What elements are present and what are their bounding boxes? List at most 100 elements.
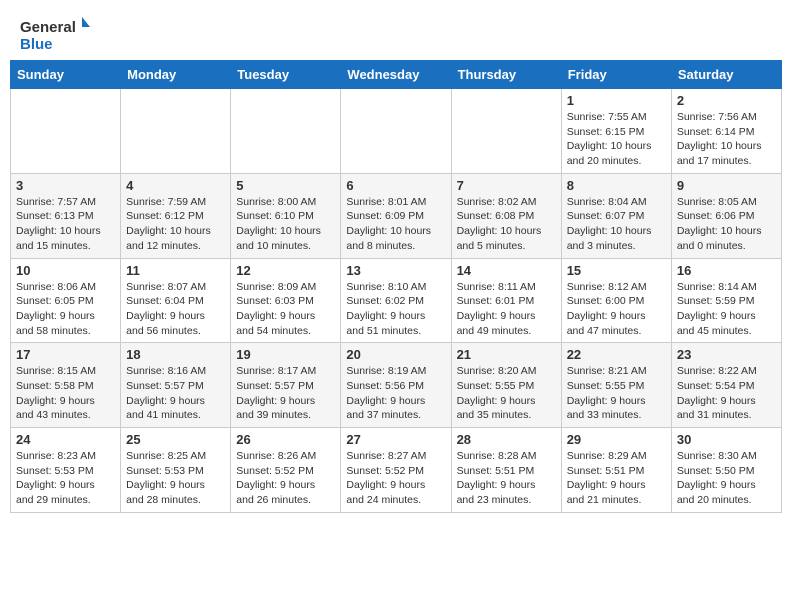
calendar-cell: 11 Sunrise: 8:07 AM Sunset: 6:04 PM Dayli… [121, 258, 231, 343]
weekday-header-wednesday: Wednesday [341, 61, 451, 89]
day-info: Sunrise: 8:19 AM Sunset: 5:56 PM Dayligh… [346, 364, 445, 423]
day-info: Sunrise: 7:55 AM Sunset: 6:15 PM Dayligh… [567, 110, 666, 169]
calendar-cell: 1 Sunrise: 7:55 AM Sunset: 6:15 PM Daylig… [561, 89, 671, 174]
calendar-cell: 27Sunrise: 8:27 AM Sunset: 5:52 PM Dayli… [341, 428, 451, 513]
weekday-header-sunday: Sunday [11, 61, 121, 89]
day-number: 19 [236, 347, 335, 362]
day-number: 26 [236, 432, 335, 447]
calendar-cell: 25Sunrise: 8:25 AM Sunset: 5:53 PM Dayli… [121, 428, 231, 513]
calendar-cell [231, 89, 341, 174]
calendar-table: SundayMondayTuesdayWednesdayThursdayFrid… [10, 60, 782, 513]
weekday-header-friday: Friday [561, 61, 671, 89]
calendar-week-row: 3 Sunrise: 7:57 AM Sunset: 6:13 PM Daylig… [11, 173, 782, 258]
calendar-week-row: 17 Sunrise: 8:15 AM Sunset: 5:58 PM Dayli… [11, 343, 782, 428]
day-info: Sunrise: 8:21 AM Sunset: 5:55 PM Dayligh… [567, 364, 666, 423]
day-number: 21 [457, 347, 556, 362]
day-info: Sunrise: 8:15 AM Sunset: 5:58 PM Dayligh… [16, 364, 115, 423]
calendar-cell [121, 89, 231, 174]
day-info: Sunrise: 8:28 AM Sunset: 5:51 PM Dayligh… [457, 449, 556, 508]
day-info: Sunrise: 8:02 AM Sunset: 6:08 PM Dayligh… [457, 195, 556, 254]
day-number: 17 [16, 347, 115, 362]
day-number: 3 [16, 178, 115, 193]
day-info: Sunrise: 8:30 AM Sunset: 5:50 PM Dayligh… [677, 449, 776, 508]
calendar-cell: 6Sunrise: 8:01 AM Sunset: 6:09 PM Daylig… [341, 173, 451, 258]
calendar-cell: 10Sunrise: 8:06 AM Sunset: 6:05 PM Dayli… [11, 258, 121, 343]
calendar-cell: 20 Sunrise: 8:19 AM Sunset: 5:56 PM Dayli… [341, 343, 451, 428]
day-info: Sunrise: 8:20 AM Sunset: 5:55 PM Dayligh… [457, 364, 556, 423]
calendar-cell: 24 Sunrise: 8:23 AM Sunset: 5:53 PM Dayli… [11, 428, 121, 513]
calendar-cell: 4Sunrise: 7:59 AM Sunset: 6:12 PM Daylig… [121, 173, 231, 258]
calendar-cell: 3 Sunrise: 7:57 AM Sunset: 6:13 PM Daylig… [11, 173, 121, 258]
day-number: 30 [677, 432, 776, 447]
day-info: Sunrise: 8:17 AM Sunset: 5:57 PM Dayligh… [236, 364, 335, 423]
day-info: Sunrise: 8:23 AM Sunset: 5:53 PM Dayligh… [16, 449, 115, 508]
calendar-cell: 18 Sunrise: 8:16 AM Sunset: 5:57 PM Dayli… [121, 343, 231, 428]
day-number: 6 [346, 178, 445, 193]
calendar-cell: 12 Sunrise: 8:09 AM Sunset: 6:03 PM Dayli… [231, 258, 341, 343]
day-info: Sunrise: 8:27 AM Sunset: 5:52 PM Dayligh… [346, 449, 445, 508]
calendar-cell: 9 Sunrise: 8:05 AM Sunset: 6:06 PM Daylig… [671, 173, 781, 258]
day-info: Sunrise: 8:16 AM Sunset: 5:57 PM Dayligh… [126, 364, 225, 423]
calendar-cell [341, 89, 451, 174]
calendar-cell: 2 Sunrise: 7:56 AM Sunset: 6:14 PM Daylig… [671, 89, 781, 174]
day-info: Sunrise: 8:29 AM Sunset: 5:51 PM Dayligh… [567, 449, 666, 508]
calendar-cell: 5Sunrise: 8:00 AM Sunset: 6:10 PM Daylig… [231, 173, 341, 258]
day-info: Sunrise: 8:14 AM Sunset: 5:59 PM Dayligh… [677, 280, 776, 339]
day-number: 2 [677, 93, 776, 108]
calendar-cell: 23 Sunrise: 8:22 AM Sunset: 5:54 PM Dayli… [671, 343, 781, 428]
day-number: 7 [457, 178, 556, 193]
calendar-cell: 15Sunrise: 8:12 AM Sunset: 6:00 PM Dayli… [561, 258, 671, 343]
calendar-cell [451, 89, 561, 174]
weekday-header-thursday: Thursday [451, 61, 561, 89]
day-number: 11 [126, 263, 225, 278]
calendar-cell: 29 Sunrise: 8:29 AM Sunset: 5:51 PM Dayli… [561, 428, 671, 513]
calendar-cell: 26 Sunrise: 8:26 AM Sunset: 5:52 PM Dayli… [231, 428, 341, 513]
calendar-week-row: 1 Sunrise: 7:55 AM Sunset: 6:15 PM Daylig… [11, 89, 782, 174]
weekday-header-tuesday: Tuesday [231, 61, 341, 89]
day-number: 13 [346, 263, 445, 278]
weekday-header-row: SundayMondayTuesdayWednesdayThursdayFrid… [11, 61, 782, 89]
calendar-body: 1 Sunrise: 7:55 AM Sunset: 6:15 PM Daylig… [11, 89, 782, 513]
calendar-cell: 14 Sunrise: 8:11 AM Sunset: 6:01 PM Dayli… [451, 258, 561, 343]
day-info: Sunrise: 8:04 AM Sunset: 6:07 PM Dayligh… [567, 195, 666, 254]
calendar-cell: 17 Sunrise: 8:15 AM Sunset: 5:58 PM Dayli… [11, 343, 121, 428]
day-number: 16 [677, 263, 776, 278]
svg-text:General: General [20, 19, 76, 36]
calendar-cell [11, 89, 121, 174]
day-number: 22 [567, 347, 666, 362]
day-number: 4 [126, 178, 225, 193]
calendar-cell: 21 Sunrise: 8:20 AM Sunset: 5:55 PM Dayli… [451, 343, 561, 428]
calendar-week-row: 24 Sunrise: 8:23 AM Sunset: 5:53 PM Dayli… [11, 428, 782, 513]
day-info: Sunrise: 8:09 AM Sunset: 6:03 PM Dayligh… [236, 280, 335, 339]
logo: General Blue [20, 15, 90, 55]
day-number: 18 [126, 347, 225, 362]
day-number: 14 [457, 263, 556, 278]
day-number: 29 [567, 432, 666, 447]
day-info: Sunrise: 8:07 AM Sunset: 6:04 PM Dayligh… [126, 280, 225, 339]
day-number: 9 [677, 178, 776, 193]
day-info: Sunrise: 8:05 AM Sunset: 6:06 PM Dayligh… [677, 195, 776, 254]
calendar: SundayMondayTuesdayWednesdayThursdayFrid… [0, 60, 792, 523]
day-number: 24 [16, 432, 115, 447]
weekday-header-monday: Monday [121, 61, 231, 89]
day-number: 20 [346, 347, 445, 362]
calendar-cell: 8 Sunrise: 8:04 AM Sunset: 6:07 PM Daylig… [561, 173, 671, 258]
day-info: Sunrise: 7:56 AM Sunset: 6:14 PM Dayligh… [677, 110, 776, 169]
day-info: Sunrise: 7:57 AM Sunset: 6:13 PM Dayligh… [16, 195, 115, 254]
day-number: 23 [677, 347, 776, 362]
calendar-cell: 16 Sunrise: 8:14 AM Sunset: 5:59 PM Dayli… [671, 258, 781, 343]
day-number: 8 [567, 178, 666, 193]
day-number: 1 [567, 93, 666, 108]
calendar-cell: 7 Sunrise: 8:02 AM Sunset: 6:08 PM Daylig… [451, 173, 561, 258]
day-info: Sunrise: 8:22 AM Sunset: 5:54 PM Dayligh… [677, 364, 776, 423]
calendar-cell: 28 Sunrise: 8:28 AM Sunset: 5:51 PM Dayli… [451, 428, 561, 513]
day-number: 12 [236, 263, 335, 278]
day-number: 10 [16, 263, 115, 278]
day-info: Sunrise: 8:11 AM Sunset: 6:01 PM Dayligh… [457, 280, 556, 339]
svg-text:Blue: Blue [20, 36, 53, 53]
day-info: Sunrise: 8:26 AM Sunset: 5:52 PM Dayligh… [236, 449, 335, 508]
calendar-cell: 22 Sunrise: 8:21 AM Sunset: 5:55 PM Dayli… [561, 343, 671, 428]
calendar-cell: 30 Sunrise: 8:30 AM Sunset: 5:50 PM Dayli… [671, 428, 781, 513]
day-number: 28 [457, 432, 556, 447]
day-info: Sunrise: 8:10 AM Sunset: 6:02 PM Dayligh… [346, 280, 445, 339]
